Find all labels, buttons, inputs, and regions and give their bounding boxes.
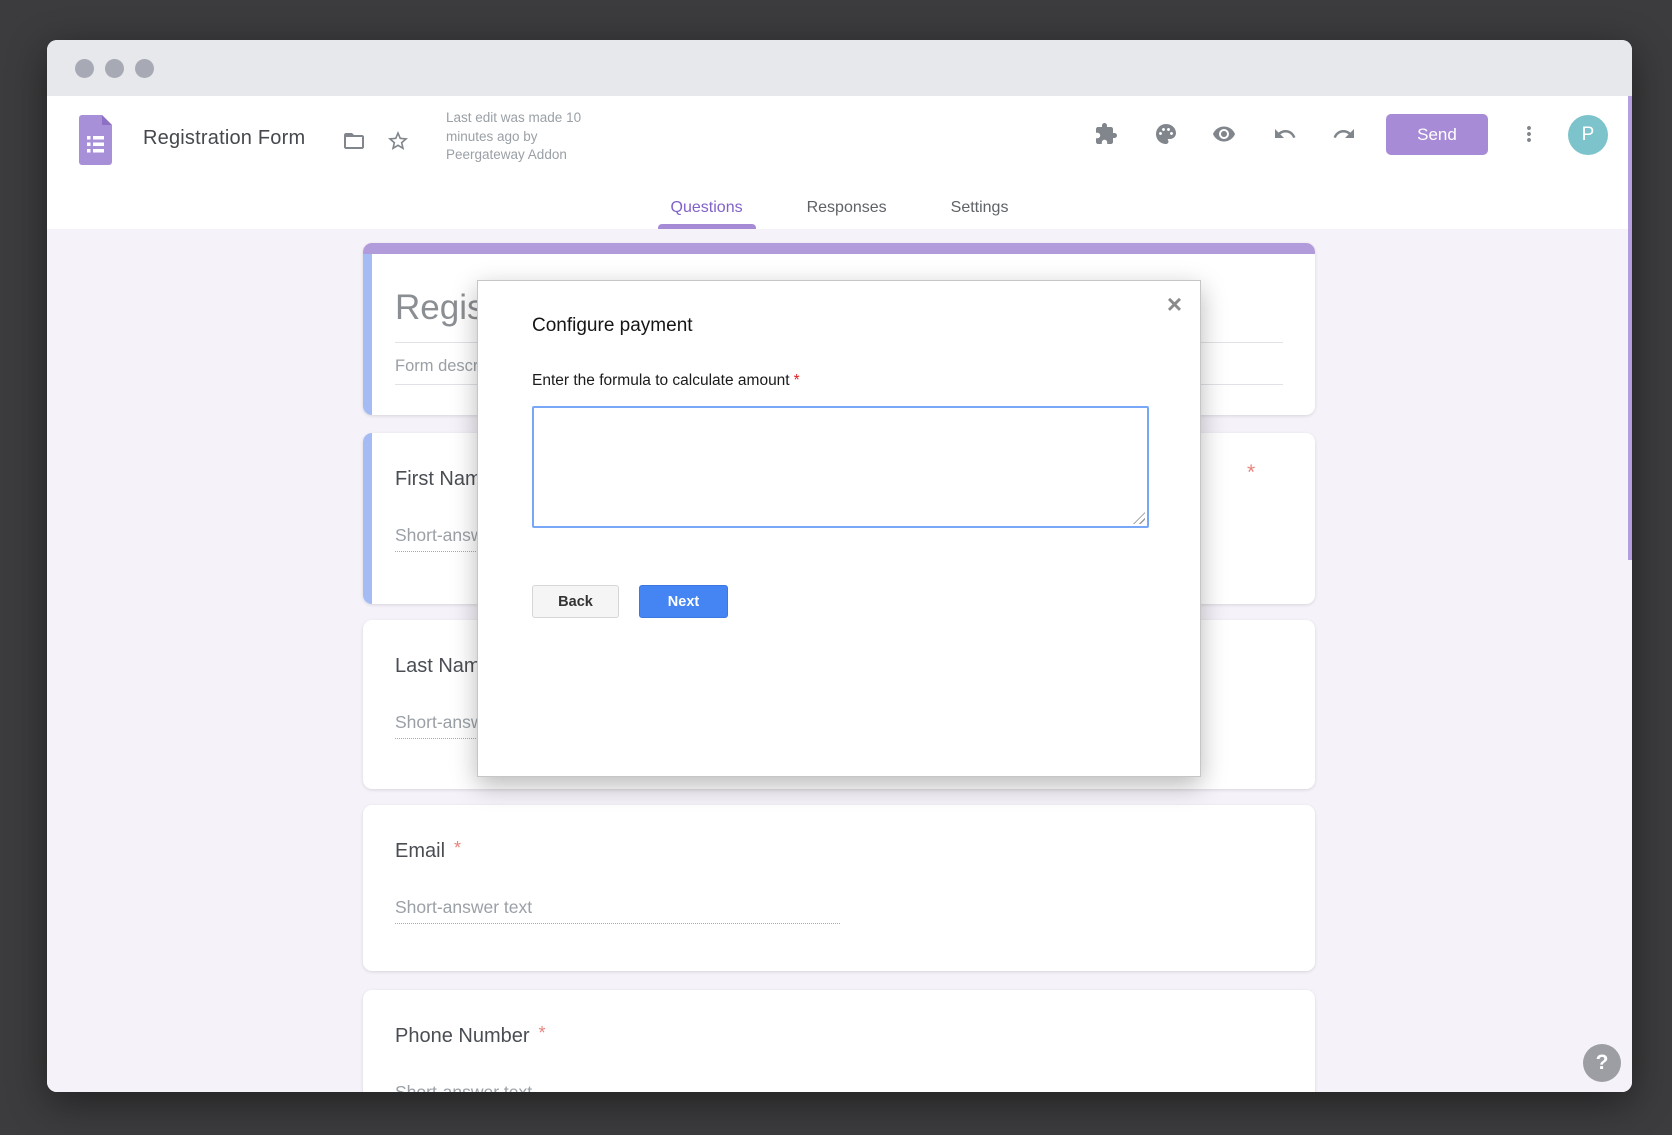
forms-header: Registration Form Last edit was made 10 …: [47, 96, 1632, 196]
help-button[interactable]: ?: [1583, 1044, 1621, 1082]
app-window: Registration Form Last edit was made 10 …: [47, 40, 1632, 1092]
palette-theme-icon[interactable]: [1154, 122, 1178, 146]
window-control-dot[interactable]: [75, 59, 94, 78]
tab-questions-label: Questions: [671, 199, 743, 217]
formula-textarea[interactable]: [532, 406, 1149, 528]
undo-icon[interactable]: [1273, 122, 1297, 146]
question-label[interactable]: Phone Number *: [395, 1025, 546, 1048]
document-title[interactable]: Registration Form: [143, 127, 305, 150]
back-button[interactable]: Back: [532, 585, 619, 618]
formula-field-label-text: Enter the formula to calculate amount: [532, 372, 790, 389]
required-asterisk: *: [539, 1023, 546, 1043]
question-card-email[interactable]: Email * Short-answer text: [363, 805, 1315, 971]
card-accent-bar: [363, 243, 1315, 254]
last-edit-note[interactable]: Last edit was made 10 minutes ago by Pee…: [446, 109, 611, 165]
tab-settings[interactable]: Settings: [938, 196, 1022, 229]
close-icon[interactable]: ×: [1167, 289, 1182, 319]
form-tabbar: Questions Responses Settings: [47, 196, 1632, 229]
question-label[interactable]: Email *: [395, 840, 461, 863]
formula-field-label: Enter the formula to calculate amount*: [532, 372, 800, 390]
redo-icon[interactable]: [1332, 122, 1356, 146]
puzzle-addons-icon[interactable]: [1094, 122, 1118, 146]
window-control-dot[interactable]: [105, 59, 124, 78]
dialog-title: Configure payment: [532, 315, 693, 337]
tab-responses-label: Responses: [807, 199, 887, 217]
question-card-phone-number[interactable]: Phone Number * Short-answer text: [363, 990, 1315, 1092]
next-button[interactable]: Next: [639, 585, 728, 618]
tab-settings-label: Settings: [951, 199, 1009, 217]
more-vert-icon[interactable]: [1517, 122, 1541, 146]
scrollbar-thumb[interactable]: [1628, 96, 1632, 560]
window-control-dot[interactable]: [135, 59, 154, 78]
send-button[interactable]: Send: [1386, 114, 1488, 155]
configure-payment-dialog: × Configure payment Enter the formula to…: [477, 280, 1201, 777]
answer-placeholder: Short-answer text: [395, 1082, 532, 1092]
account-avatar[interactable]: P: [1568, 115, 1608, 155]
selected-indicator-stripe: [363, 254, 372, 415]
star-icon[interactable]: [386, 129, 410, 153]
selected-indicator-stripe: [363, 433, 372, 604]
tab-responses[interactable]: Responses: [794, 196, 900, 229]
answer-underline: [395, 923, 840, 924]
required-asterisk: *: [454, 838, 461, 858]
preview-eye-icon[interactable]: [1212, 122, 1236, 146]
answer-placeholder: Short-answer text: [395, 897, 532, 918]
question-label-text: Email: [395, 840, 445, 862]
window-titlebar: [47, 40, 1632, 96]
question-label-text: Phone Number: [395, 1025, 530, 1047]
tab-questions[interactable]: Questions: [658, 196, 756, 229]
forms-doc-icon[interactable]: [79, 115, 112, 170]
required-asterisk: *: [794, 372, 800, 389]
folder-icon[interactable]: [342, 129, 366, 153]
required-asterisk: *: [1247, 461, 1255, 485]
